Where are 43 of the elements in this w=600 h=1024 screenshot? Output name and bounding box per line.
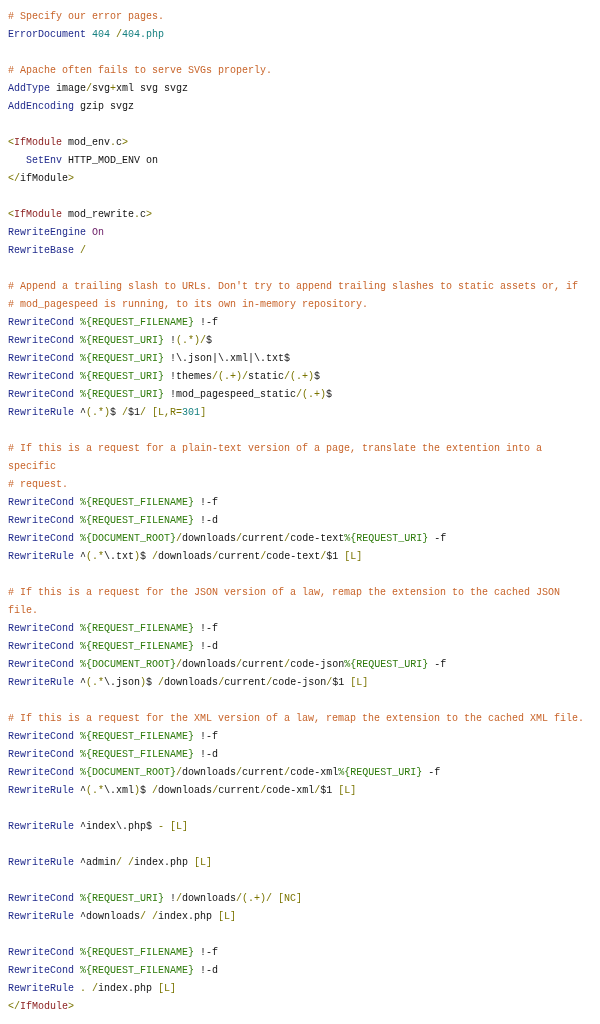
code-line: RewriteCond %{REQUEST_FILENAME} !-f xyxy=(8,622,220,636)
code-line: RewriteCond %{DOCUMENT_ROOT}/downloads/current/code-json%{REQUEST_URI} -f xyxy=(8,658,448,672)
code-line: RewriteCond %{REQUEST_URI} !mod_pagespeed_static/(.+)$ xyxy=(8,388,334,402)
code-line: RewriteCond %{REQUEST_FILENAME} !-d xyxy=(8,640,220,654)
code-line: RewriteRule ^(.*)$ /$1/ [L,R=301] xyxy=(8,406,208,420)
code-line: RewriteEngine On xyxy=(8,226,106,240)
code-line: <IfModule mod_rewrite.c> xyxy=(8,208,154,222)
code-line: </ifModule> xyxy=(8,172,76,186)
code-line: RewriteRule ^(.*\.xml)$ /downloads/current/code-xml/$1 [L] xyxy=(8,784,358,798)
code-line: </IfModule> xyxy=(8,1000,76,1014)
code-line: # mod_pagespeed is running, to its own in-memory repository. xyxy=(8,298,370,312)
code-line: # Specify our error pages. xyxy=(8,10,166,24)
code-line: # Apache often fails to serve SVGs properly. xyxy=(8,64,274,78)
code-line: RewriteCond %{REQUEST_FILENAME} !-f xyxy=(8,316,220,330)
code-line: # request. xyxy=(8,478,69,492)
code-line: RewriteCond %{REQUEST_URI} !/downloads/(.+)/ [NC] xyxy=(8,892,304,906)
code-line: RewriteRule . /index.php [L] xyxy=(8,982,178,996)
code-line: RewriteRule ^admin/ /index.php [L] xyxy=(8,856,214,870)
code-line: # Append a trailing slash to URLs. Don't try to append trailing slashes to static assets or, if xyxy=(8,280,580,294)
code-line: ErrorDocument 404 /404.php xyxy=(8,28,166,42)
code-line: RewriteCond %{REQUEST_FILENAME} !-d xyxy=(8,514,220,528)
code-line: RewriteRule ^downloads/ /index.php [L] xyxy=(8,910,238,924)
code-line: AddEncoding gzip svgz xyxy=(8,100,136,114)
code-line: RewriteCond %{REQUEST_URI} !themes/(.+)/static/(.+)$ xyxy=(8,370,322,384)
code-line: RewriteRule ^(.*\.json)$ /downloads/current/code-json/$1 [L] xyxy=(8,676,370,690)
code-line: AddType image/svg+xml svg svgz xyxy=(8,82,190,96)
code-line: RewriteCond %{REQUEST_FILENAME} !-d xyxy=(8,964,220,978)
code-line: RewriteCond %{DOCUMENT_ROOT}/downloads/current/code-xml%{REQUEST_URI} -f xyxy=(8,766,442,780)
code-line: RewriteRule ^index\.php$ - [L] xyxy=(8,820,190,834)
code-line: RewriteCond %{REQUEST_FILENAME} !-f xyxy=(8,730,220,744)
code-line: # If this is a request for a plain-text version of a page, translate the extention into a specific xyxy=(8,442,544,474)
code-line: SetEnv HTTP_MOD_ENV on xyxy=(25,154,160,168)
code-line: RewriteCond %{REQUEST_FILENAME} !-f xyxy=(8,946,220,960)
code-line: # If this is a request for the JSON version of a law, remap the extension to the cached JSON file. xyxy=(8,586,562,618)
code-line: RewriteBase / xyxy=(8,244,88,258)
code-line: RewriteCond %{REQUEST_FILENAME} !-d xyxy=(8,748,220,762)
code-line: RewriteCond %{DOCUMENT_ROOT}/downloads/current/code-text%{REQUEST_URI} -f xyxy=(8,532,448,546)
code-line: RewriteCond %{REQUEST_FILENAME} !-f xyxy=(8,496,220,510)
code-line: RewriteRule ^(.*\.txt)$ /downloads/current/code-text/$1 [L] xyxy=(8,550,364,564)
code-line: <IfModule mod_env.c> xyxy=(8,136,130,150)
code-line: RewriteCond %{REQUEST_URI} !(.*)/$ xyxy=(8,334,214,348)
code-line: RewriteCond %{REQUEST_URI} !\.json|\.xml|\.txt$ xyxy=(8,352,292,366)
code-line: # If this is a request for the XML version of a law, remap the extension to the cached XML file. xyxy=(8,712,586,726)
